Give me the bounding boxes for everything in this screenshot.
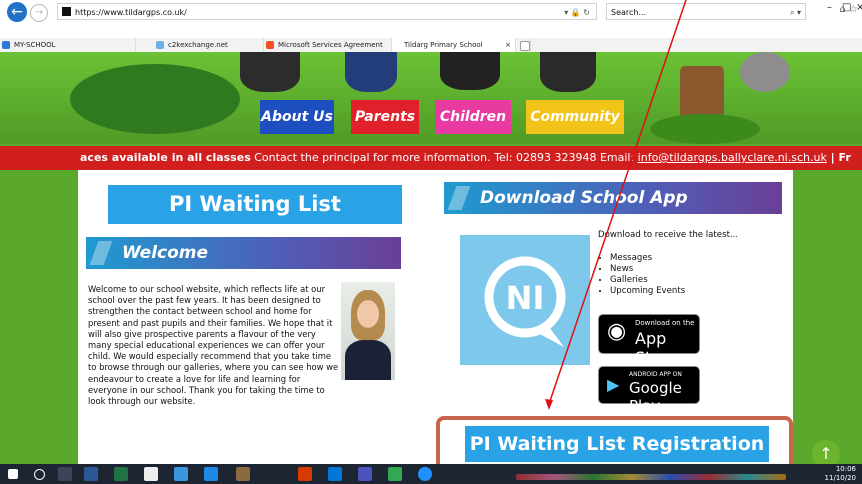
search-taskbar-icon[interactable] <box>34 469 45 480</box>
browser-toolbar: ← → https://www.tildargps.co.uk/ ▾ 🔒 ↻ S… <box>0 0 862 38</box>
download-app-heading: Download School App <box>444 182 782 214</box>
clock-time: 10:06 <box>835 465 856 473</box>
app-store-big-text: App Store <box>635 329 678 367</box>
url-text: https://www.tildargps.co.uk/ <box>75 8 187 17</box>
search-placeholder: Search... <box>611 8 647 17</box>
minimize-button[interactable]: – <box>827 2 832 13</box>
windows-start-icon[interactable] <box>8 469 18 479</box>
feature-item: News <box>610 264 778 275</box>
address-controls[interactable]: ▾ 🔒 ↻ <box>564 4 590 21</box>
app-description: Download to receive the latest... Messag… <box>598 230 778 297</box>
office-icon[interactable] <box>298 467 312 481</box>
clock-date: 11/10/20 <box>824 474 856 482</box>
nav-children[interactable]: Children <box>435 100 511 134</box>
photo-face <box>357 300 379 328</box>
webpage: About Us Parents Children Community aces… <box>0 52 862 464</box>
teams-icon[interactable] <box>358 467 372 481</box>
back-button[interactable]: ← <box>7 2 27 22</box>
tab-strip: MY-SCHOOL c2kexchange.net Microsoft Serv… <box>0 38 862 52</box>
app-logo-text: NI <box>506 279 545 317</box>
publisher-icon[interactable] <box>114 467 128 481</box>
internet-explorer-icon[interactable] <box>418 467 432 481</box>
app-store-small-text: Download on the <box>635 319 695 327</box>
apple-icon: ◉ <box>607 319 627 344</box>
heading-decoration <box>89 241 113 265</box>
ticker-tail: | Fr <box>826 151 851 164</box>
nav-community[interactable]: Community <box>526 100 624 134</box>
feature-item: Messages <box>610 253 778 264</box>
app-features-list: Messages News Galleries Upcoming Events <box>598 253 778 297</box>
app-logo-graphic: NI <box>484 256 566 347</box>
nav-parents[interactable]: Parents <box>351 100 419 134</box>
task-view-icon[interactable] <box>58 467 72 481</box>
search-input[interactable]: Search... ⌕ ▾ <box>606 3 806 20</box>
word-icon[interactable] <box>84 467 98 481</box>
google-play-button[interactable]: ▶ ANDROID APP ON Google Play <box>598 366 700 415</box>
grass-illustration <box>650 114 760 144</box>
character-illustration <box>540 52 596 92</box>
address-bar[interactable]: https://www.tildargps.co.uk/ ▾ 🔒 ↻ <box>57 3 597 20</box>
welcome-text: Welcome to our school website, which ref… <box>88 284 339 407</box>
tab-label: MY-SCHOOL <box>14 41 56 49</box>
welcome-heading: Welcome <box>86 237 401 269</box>
tab-label: c2kexchange.net <box>168 41 228 49</box>
school-app-logo[interactable]: NI <box>460 235 590 365</box>
scroll-to-top-button[interactable]: ↑ <box>812 440 840 464</box>
edge-icon[interactable] <box>204 467 218 481</box>
nav-about-us[interactable]: About Us <box>260 100 334 134</box>
app-icon[interactable] <box>236 467 250 481</box>
app-intro: Download to receive the latest... <box>598 230 739 240</box>
tab-tildarg[interactable]: Tildarg Primary School × <box>392 38 516 52</box>
tab-label: Microsoft Services Agreement <box>278 41 383 49</box>
ticker-bold: aces available in all classes <box>80 151 251 164</box>
system-tray-icons[interactable] <box>516 474 786 480</box>
tab-label: Tildarg Primary School <box>404 41 483 49</box>
feature-item: Upcoming Events <box>610 286 778 297</box>
windows-taskbar: 10:06 11/10/20 <box>0 464 862 484</box>
ticker-text: Contact the principal for more informati… <box>250 151 638 164</box>
photo-clothing <box>345 340 391 380</box>
pi-waiting-list-banner[interactable]: PI Waiting List Registration <box>108 185 402 255</box>
character-illustration <box>345 52 397 92</box>
google-play-icon: ▶ <box>607 375 620 394</box>
tab-icon <box>156 41 164 49</box>
app-store-button[interactable]: ◉ Download on the App Store <box>598 314 700 367</box>
sims-icon[interactable] <box>144 467 158 481</box>
news-ticker: aces available in all classes Contact th… <box>0 146 862 170</box>
project-icon[interactable] <box>388 467 402 481</box>
tab-c2kexchange[interactable]: c2kexchange.net <box>136 38 264 52</box>
ticker-email-link[interactable]: info@tildargps.ballyclare.ni.sch.uk <box>638 151 827 164</box>
heading-decoration <box>447 186 471 210</box>
new-tab-icon <box>520 41 530 51</box>
new-tab-button[interactable] <box>517 38 531 52</box>
character-illustration <box>240 52 300 92</box>
taskbar-clock[interactable]: 10:06 11/10/20 <box>825 465 856 483</box>
tab-icon <box>2 41 10 49</box>
search-icon[interactable]: ⌕ ▾ <box>790 4 801 21</box>
google-play-big-text: Google Play <box>629 379 682 415</box>
home-star-icons[interactable]: ⌂ ☆ <box>840 4 859 15</box>
feature-item: Galleries <box>610 275 778 286</box>
principal-photo <box>341 282 395 380</box>
welcome-heading-text: Welcome <box>122 243 209 263</box>
character-illustration <box>440 52 500 90</box>
squirrel-illustration <box>740 52 790 92</box>
close-tab-icon[interactable]: × <box>505 38 511 52</box>
outlook-icon[interactable] <box>328 467 342 481</box>
files-icon[interactable] <box>174 467 188 481</box>
tab-icon <box>266 41 274 49</box>
bush-illustration <box>70 64 240 134</box>
download-app-heading-text: Download School App <box>480 188 688 208</box>
site-favicon <box>62 7 71 16</box>
forward-button[interactable]: → <box>30 4 48 22</box>
header-illustration <box>0 52 862 144</box>
google-play-small-text: ANDROID APP ON <box>629 371 682 378</box>
tab-microsoft[interactable]: Microsoft Services Agreement <box>264 38 392 52</box>
tab-my-school[interactable]: MY-SCHOOL <box>0 38 136 52</box>
